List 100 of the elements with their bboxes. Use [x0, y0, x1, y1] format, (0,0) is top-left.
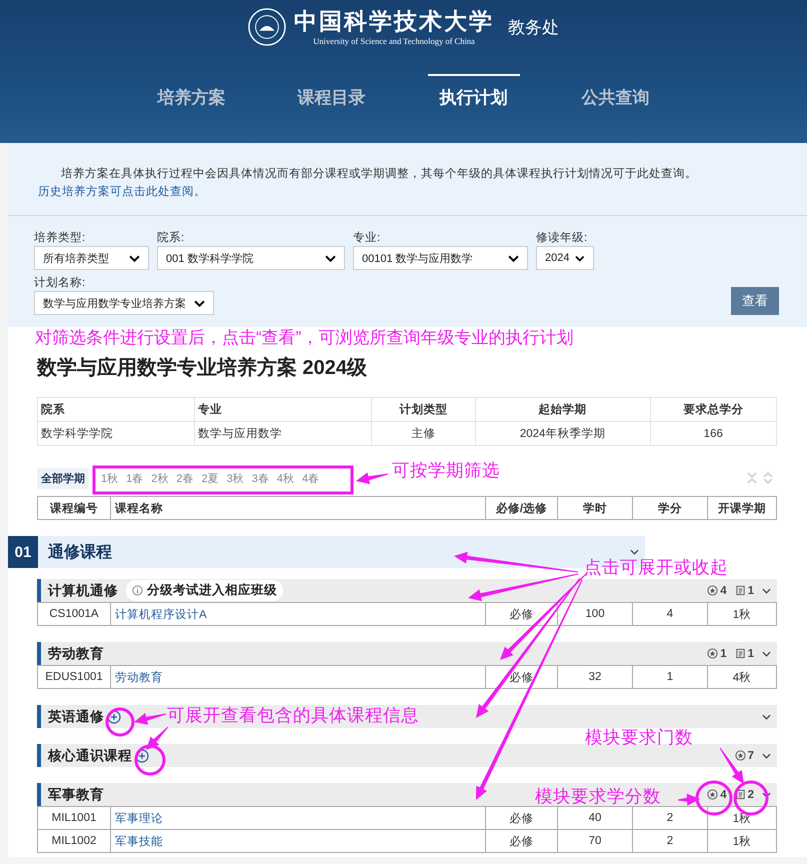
- semester-filter[interactable]: 3春: [248, 468, 273, 488]
- chevron-icon: [194, 300, 205, 306]
- nav-tab[interactable]: 公共查询: [552, 74, 680, 121]
- nav-tab[interactable]: 执行计划: [428, 74, 520, 121]
- dropdown[interactable]: 所有培养类型: [34, 246, 149, 270]
- chevron-icon: [508, 254, 519, 262]
- table-header: 学时: [558, 496, 632, 520]
- table-cell: 必修: [486, 806, 558, 830]
- course-link[interactable]: 劳动教育: [115, 672, 163, 684]
- semester-filter[interactable]: 2夏: [198, 468, 223, 488]
- table-cell: CS1001A: [38, 602, 110, 626]
- filter-label: 修读年级:: [536, 230, 588, 246]
- star-circle-icon: [707, 648, 718, 659]
- plus-circle-icon[interactable]: [107, 710, 121, 724]
- annotation-arrow: [146, 726, 168, 750]
- chevron-icon: [762, 714, 771, 720]
- table-cell: 1: [632, 666, 708, 688]
- table-cell: 2: [632, 806, 708, 830]
- table-header: 要求总学分: [650, 398, 776, 422]
- table-cell: 必修: [486, 830, 558, 852]
- annotation-text: 可展开查看包含的具体课程信息: [167, 704, 419, 726]
- dropdown[interactable]: 数学与应用数学专业培养方案: [34, 291, 214, 315]
- chevron-icon: [762, 588, 771, 594]
- university-name: 中国科学技术大学: [294, 8, 494, 36]
- table-header: 起始学期: [475, 398, 650, 422]
- document-icon: [734, 648, 746, 659]
- semester-filter[interactable]: 1秋: [97, 468, 122, 488]
- info-icon: [132, 585, 143, 596]
- dropdown[interactable]: 00101 数学与应用数学: [353, 246, 528, 270]
- table-cell: 70: [558, 830, 632, 852]
- annotation-arrow: [720, 748, 744, 784]
- plus-circle-icon[interactable]: [135, 748, 149, 762]
- table-cell: 32: [558, 666, 632, 688]
- annotation-text: 可按学期筛选: [392, 459, 500, 481]
- table-cell: 2: [632, 830, 708, 852]
- plan-title: 数学与应用数学专业培养方案 2024级: [37, 355, 368, 381]
- history-link[interactable]: 历史培养方案可点击此处查阅。: [38, 186, 206, 198]
- semester-filter[interactable]: 2春: [172, 468, 198, 488]
- table-cell: 1秋: [708, 806, 776, 830]
- highlight-circle: [134, 744, 166, 776]
- office-name: 教务处: [508, 16, 559, 38]
- nav-tab[interactable]: 课程目录: [268, 74, 396, 121]
- table-header: 计划类型: [372, 398, 476, 422]
- module-course-count: 1: [748, 648, 754, 660]
- module-header[interactable]: 计算机通修 分级考试进入相应班级 4 1: [37, 579, 777, 602]
- dropdown[interactable]: 2024: [536, 246, 594, 270]
- module-name: 军事教育: [48, 786, 104, 804]
- module-header[interactable]: 核心通识课程 7: [37, 744, 777, 767]
- module-course-count: 1: [748, 584, 754, 596]
- semester-filter[interactable]: 1春: [122, 468, 148, 488]
- section-title: 通修课程: [48, 542, 112, 562]
- star-circle-icon: [707, 585, 718, 596]
- annotation-arrow: [678, 794, 700, 806]
- chevron-icon: [762, 752, 771, 758]
- course-link[interactable]: 军事技能: [115, 836, 163, 848]
- module-name: 劳动教育: [48, 644, 104, 662]
- module-credits: 1: [720, 648, 727, 660]
- module-header[interactable]: 劳动教育 1 1: [37, 642, 777, 665]
- table-header: 必修/选修: [486, 496, 558, 520]
- filter-label: 计划名称:: [34, 276, 86, 291]
- table-cell: MIL1002: [38, 830, 110, 852]
- semester-filter[interactable]: 4秋: [272, 468, 298, 488]
- table-cell: 1秋: [708, 830, 776, 852]
- table-cell: 4: [632, 602, 708, 626]
- highlight-circle: [696, 780, 732, 816]
- semester-filter[interactable]: 2秋: [147, 468, 172, 488]
- semester-filter[interactable]: 3秋: [222, 468, 248, 488]
- table-cell: EDUS1001: [38, 666, 110, 688]
- table-header: 专业: [194, 398, 372, 422]
- annotation-arrow: [134, 713, 166, 725]
- chevron-icon: [762, 650, 771, 656]
- module-name: 核心通识课程: [48, 746, 132, 764]
- table-cell: MIL1001: [38, 806, 110, 830]
- nav-tab[interactable]: 培养方案: [128, 74, 256, 121]
- chevron-icon: [630, 549, 639, 555]
- table-header: 课程编号: [38, 496, 110, 520]
- dropdown[interactable]: 001 数学科学学院: [157, 246, 345, 270]
- chevron-icon: [129, 254, 140, 262]
- table-cell: 数学科学学院: [38, 422, 194, 446]
- course-link[interactable]: 军事理论: [115, 812, 163, 824]
- semester-filter[interactable]: 4春: [298, 468, 324, 488]
- table-cell: 2024年秋季学期: [475, 422, 650, 446]
- module-name: 英语通修: [48, 708, 104, 726]
- semester-filter[interactable]: 全部学期: [37, 468, 89, 488]
- module-note-text: 分级考试进入相应班级: [147, 582, 277, 599]
- university-seal-icon: [248, 8, 286, 46]
- table-cell: 166: [650, 422, 776, 446]
- university-english-name: University of Science and Technology of China: [313, 36, 475, 46]
- highlight-circle: [106, 708, 134, 736]
- star-circle-icon: [734, 750, 746, 761]
- filter-label: 培养类型:: [34, 230, 86, 246]
- filter-label: 专业:: [353, 230, 382, 246]
- table-cell: 40: [558, 806, 632, 830]
- module-credits: 4: [720, 788, 727, 800]
- table-cell: 主修: [372, 422, 476, 446]
- chevron-icon: [325, 254, 336, 262]
- course-link[interactable]: 计算机程序设计A: [115, 608, 207, 620]
- table-cell: 数学与应用数学: [194, 422, 372, 446]
- view-button[interactable]: 查看: [731, 287, 779, 315]
- table-header: 开课学期: [708, 496, 776, 520]
